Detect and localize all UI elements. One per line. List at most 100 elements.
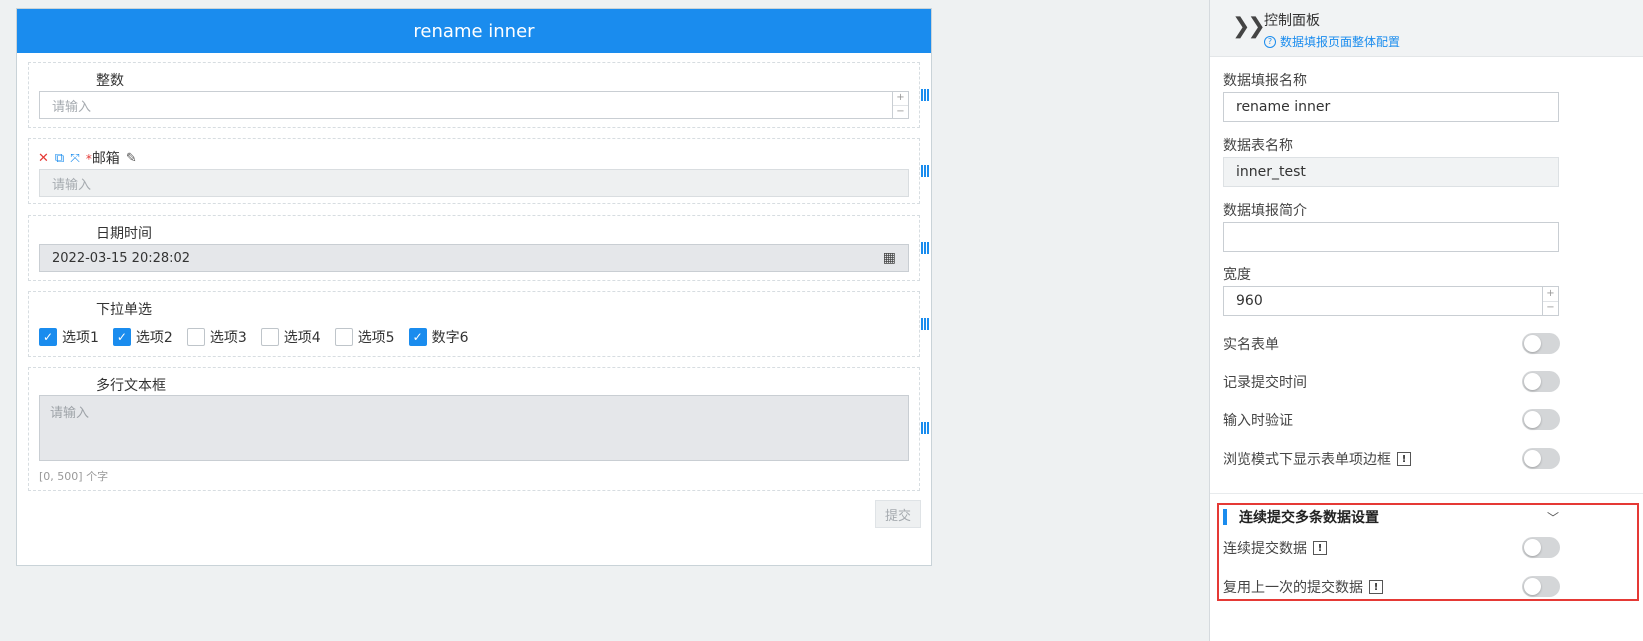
exclamation-icon[interactable]: !	[1313, 541, 1327, 555]
drag-handle-icon[interactable]	[921, 422, 931, 434]
field-toolbar: ✕ ⧉ ⤧ *邮箱 ✎	[38, 148, 137, 168]
toggle-label: 记录提交时间	[1223, 375, 1307, 391]
toggle-label: 复用上一次的提交数据	[1223, 580, 1363, 596]
toggle-row-real-name: 实名表单	[1223, 334, 1279, 354]
field-label-dropdown: 下拉单选	[96, 302, 152, 318]
validate-toggle[interactable]	[1522, 409, 1560, 430]
toggle-row-continuous: 连续提交数据 !	[1223, 538, 1327, 558]
name-input[interactable]: rename inner	[1223, 92, 1559, 122]
checkbox-group: ✓ 选项1 ✓ 选项2 选项3 选项4 选项5 ✓ 数字6	[39, 327, 483, 347]
integer-placeholder: 请输入	[52, 99, 92, 115]
checkbox[interactable]: ✓	[39, 328, 57, 346]
field-datetime[interactable]: 日期时间 2022-03-15 20:28:02 ▦	[28, 215, 929, 281]
increment-button[interactable]: +	[1543, 287, 1558, 301]
drag-handle-icon[interactable]	[921, 242, 931, 254]
continuous-submit-toggle[interactable]	[1522, 537, 1560, 558]
email-placeholder: 请输入	[52, 177, 92, 193]
datetime-input[interactable]: 2022-03-15 20:28:02 ▦	[39, 244, 909, 272]
form-title: rename inner	[17, 9, 931, 53]
integer-stepper[interactable]: + −	[892, 92, 908, 118]
checkbox-option-6[interactable]: ✓ 数字6	[408, 327, 469, 347]
submit-button[interactable]: 提交	[875, 500, 921, 528]
textarea-placeholder: 请输入	[50, 406, 90, 421]
name-value: rename inner	[1236, 99, 1331, 115]
section-header[interactable]: 连续提交多条数据设置 ﹀	[1223, 507, 1559, 527]
drag-handle-icon[interactable]	[921, 165, 931, 177]
width-value: 960	[1236, 293, 1263, 309]
toggle-label: 连续提交数据	[1223, 541, 1307, 557]
table-name-value: inner_test	[1236, 164, 1306, 180]
double-chevron-right-icon[interactable]: ❯❯	[1232, 14, 1266, 39]
field-integer[interactable]: 整数 请输入 + −	[28, 62, 929, 128]
chevron-down-icon[interactable]: ﹀	[1547, 509, 1559, 526]
field-dropdown[interactable]: 下拉单选 ✓ 选项1 ✓ 选项2 选项3 选项4 选项5 ✓ 数字6	[28, 291, 929, 357]
email-label-wrap: *邮箱	[86, 148, 120, 168]
textarea-input[interactable]: 请输入	[39, 395, 909, 461]
checkbox-label: 选项2	[135, 330, 173, 346]
width-label: 宽度	[1223, 267, 1251, 283]
field-label-datetime: 日期时间	[96, 226, 152, 242]
checkbox-option-3[interactable]: 选项3	[186, 327, 247, 347]
char-counter: [0, 500] 个字	[39, 470, 109, 483]
control-panel: ❯❯ 控制面板 ? 数据填报页面整体配置 数据填报名称 rename inner…	[1209, 0, 1643, 641]
field-label-email: 邮箱	[91, 151, 120, 167]
question-circle-icon: ?	[1264, 35, 1276, 48]
checkbox[interactable]	[260, 328, 279, 346]
border-toggle[interactable]	[1522, 448, 1560, 469]
exclamation-icon[interactable]: !	[1369, 580, 1383, 594]
name-label: 数据填报名称	[1223, 73, 1307, 89]
checkbox-option-5[interactable]: 选项5	[334, 327, 395, 347]
toggle-label: 输入时验证	[1223, 413, 1293, 429]
intro-input[interactable]	[1223, 222, 1559, 252]
toggle-row-border: 浏览模式下显示表单项边框 !	[1223, 449, 1411, 469]
reuse-data-toggle[interactable]	[1522, 576, 1560, 597]
integer-input[interactable]: 请输入 + −	[39, 91, 909, 119]
panel-header: ❯❯ 控制面板 ? 数据填报页面整体配置	[1210, 0, 1643, 57]
width-input[interactable]: 960 + −	[1223, 286, 1559, 316]
divider	[1210, 493, 1643, 494]
checkbox-option-2[interactable]: ✓ 选项2	[112, 327, 173, 347]
calendar-icon[interactable]: ▦	[883, 250, 896, 266]
expand-icon[interactable]: ⤧	[70, 152, 80, 164]
decrement-button[interactable]: −	[1543, 300, 1558, 316]
form-preview: rename inner 整数 请输入 + − ✕ ⧉ ⤧ *邮箱 ✎ 请输入	[16, 8, 932, 566]
width-stepper[interactable]: + −	[1542, 287, 1558, 315]
checkbox-label: 数字6	[431, 330, 469, 346]
checkbox-option-4[interactable]: 选项4	[260, 327, 321, 347]
real-name-toggle[interactable]	[1522, 333, 1560, 354]
panel-title: 控制面板	[1264, 13, 1320, 29]
increment-button[interactable]: +	[893, 92, 908, 105]
record-time-toggle[interactable]	[1522, 371, 1560, 392]
close-icon[interactable]: ✕	[38, 152, 49, 165]
copy-icon[interactable]: ⧉	[55, 152, 64, 165]
datetime-value: 2022-03-15 20:28:02	[52, 250, 191, 266]
toggle-label: 实名表单	[1223, 337, 1279, 353]
drag-handle-icon[interactable]	[921, 318, 931, 330]
checkbox[interactable]	[334, 328, 353, 346]
table-name-input: inner_test	[1223, 157, 1559, 187]
email-input[interactable]: 请输入	[39, 169, 909, 197]
section-accent-bar	[1223, 509, 1227, 525]
section-title: 连续提交多条数据设置	[1239, 510, 1379, 526]
table-name-label: 数据表名称	[1223, 138, 1293, 154]
checkbox-label: 选项5	[357, 330, 395, 346]
panel-link-text: 数据填报页面整体配置	[1280, 35, 1401, 49]
toggle-row-record-time: 记录提交时间	[1223, 372, 1307, 392]
checkbox-label: 选项1	[62, 330, 99, 346]
pencil-icon[interactable]: ✎	[126, 152, 137, 165]
checkbox[interactable]: ✓	[408, 328, 427, 346]
checkbox[interactable]: ✓	[112, 328, 131, 346]
decrement-button[interactable]: −	[893, 104, 908, 119]
field-textarea[interactable]: 多行文本框 请输入 [0, 500] 个字	[28, 367, 929, 491]
drag-handle-icon[interactable]	[921, 89, 931, 101]
exclamation-icon[interactable]: !	[1397, 452, 1411, 466]
toggle-row-reuse: 复用上一次的提交数据 !	[1223, 577, 1383, 597]
field-email[interactable]: ✕ ⧉ ⤧ *邮箱 ✎ 请输入	[28, 138, 929, 204]
checkbox-option-1[interactable]: ✓ 选项1	[39, 327, 99, 347]
intro-label: 数据填报简介	[1223, 203, 1307, 219]
toggle-label: 浏览模式下显示表单项边框	[1223, 452, 1391, 468]
checkbox[interactable]	[186, 328, 205, 346]
checkbox-label: 选项4	[283, 330, 321, 346]
field-label-integer: 整数	[96, 73, 124, 89]
panel-config-link[interactable]: ? 数据填报页面整体配置	[1264, 33, 1400, 50]
